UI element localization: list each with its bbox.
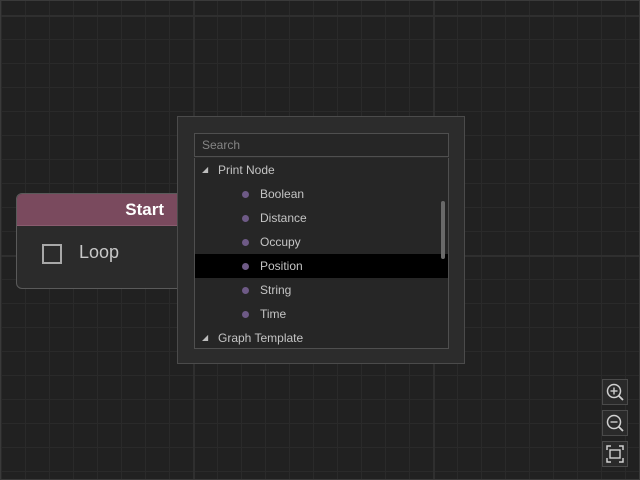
- tree-item-label: Occupy: [260, 235, 301, 249]
- tree-item-distance[interactable]: Distance: [195, 206, 448, 230]
- bullet-dot-icon: [242, 263, 249, 270]
- tree-item-string[interactable]: String: [195, 278, 448, 302]
- bullet-dot-icon: [242, 215, 249, 222]
- zoom-in-button[interactable]: [602, 379, 628, 405]
- zoom-out-button[interactable]: [602, 410, 628, 436]
- node-tree: ◢ Print Node Boolean Distance Occupy Pos…: [194, 158, 449, 349]
- tree-group-label: Graph Template: [218, 331, 304, 345]
- tree-scrollbar[interactable]: [441, 201, 445, 259]
- bullet-dot-icon: [242, 191, 249, 198]
- tree-item-occupy[interactable]: Occupy: [195, 230, 448, 254]
- tree-group-label: Print Node: [218, 163, 275, 177]
- zoom-in-icon: [606, 383, 624, 401]
- bullet-dot-icon: [242, 239, 249, 246]
- tree-item-label: Time: [260, 307, 287, 321]
- tree-item-time[interactable]: Time: [195, 302, 448, 326]
- fit-to-screen-button[interactable]: [602, 441, 628, 467]
- loop-checkbox[interactable]: [42, 244, 62, 264]
- tree-item-label: String: [260, 283, 292, 297]
- expand-triangle-icon[interactable]: ◢: [202, 326, 208, 348]
- node-search-popup: ◢ Print Node Boolean Distance Occupy Pos…: [177, 116, 465, 364]
- zoom-out-icon: [606, 414, 624, 432]
- tree-item-label: Boolean: [260, 187, 305, 201]
- tree-item-position[interactable]: Position: [195, 254, 448, 278]
- bullet-dot-icon: [242, 311, 249, 318]
- tree-item-label: Distance: [260, 211, 307, 225]
- search-input[interactable]: [194, 133, 449, 157]
- tree-item-label: Position: [260, 259, 303, 273]
- tree-group-print-node[interactable]: ◢ Print Node: [195, 158, 448, 182]
- tree-item-boolean[interactable]: Boolean: [195, 182, 448, 206]
- graph-canvas[interactable]: Start Loop ◢ Print Node Boolean Distance: [0, 0, 640, 480]
- loop-checkbox-label: Loop: [79, 242, 120, 262]
- fit-to-screen-icon: [606, 445, 624, 463]
- expand-triangle-icon[interactable]: ◢: [202, 158, 208, 182]
- bullet-dot-icon: [242, 287, 249, 294]
- tree-group-graph-template[interactable]: ◢ Graph Template: [195, 326, 448, 348]
